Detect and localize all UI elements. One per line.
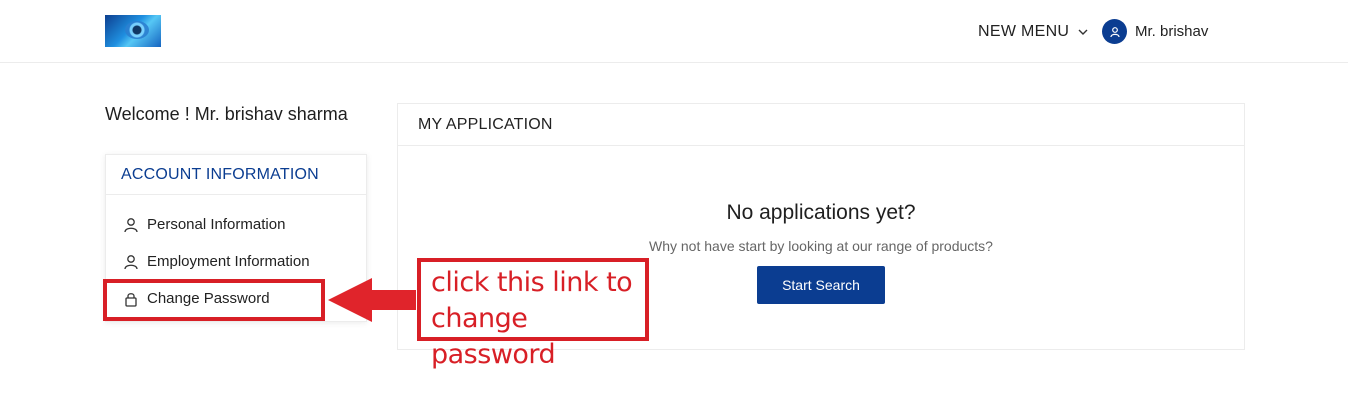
new-menu-dropdown[interactable]: NEW MENU: [978, 21, 1088, 43]
user-icon: [124, 254, 138, 269]
user-name: Mr. brishav: [1135, 23, 1209, 40]
chevron-down-icon: [1078, 29, 1088, 35]
avatar: [1102, 19, 1127, 44]
top-header: NEW MENU Mr. brishav: [0, 0, 1348, 63]
user-icon: [1109, 26, 1120, 37]
welcome-text: Welcome ! Mr. brishav sharma: [105, 104, 348, 124]
empty-state-subtitle: Why not have start by looking at our ran…: [649, 238, 993, 254]
start-search-button[interactable]: Start Search: [757, 266, 885, 304]
new-menu-label: NEW MENU: [978, 23, 1070, 40]
user-icon: [124, 217, 138, 232]
my-application-title: MY APPLICATION: [398, 104, 1244, 146]
annotation-line: click this link to: [431, 267, 633, 298]
arrow-left-icon: [328, 278, 416, 322]
annotation-callout: click this link to change password: [417, 258, 649, 370]
eye-logo-icon[interactable]: [105, 15, 161, 47]
highlight-box: [103, 279, 325, 321]
sidebar-item-label: Personal Information: [147, 216, 286, 233]
sidebar-item-personal-information[interactable]: Personal Information: [123, 216, 285, 233]
account-section-title: ACCOUNT INFORMATION: [106, 155, 366, 195]
annotation-line: change password: [431, 303, 556, 370]
sidebar-item-label: Employment Information: [147, 253, 310, 270]
user-menu[interactable]: Mr. brishav: [1102, 19, 1208, 44]
empty-state-title: No applications yet?: [726, 201, 916, 224]
sidebar-item-employment-information[interactable]: Employment Information: [123, 253, 310, 270]
